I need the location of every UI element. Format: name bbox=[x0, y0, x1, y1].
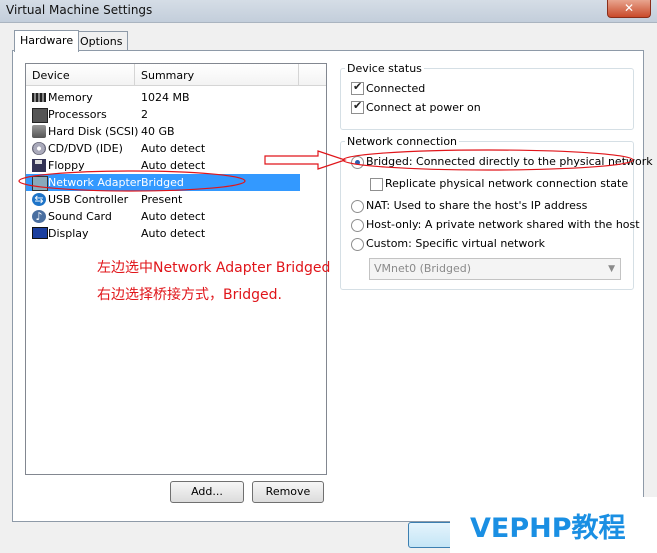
annotation-text-line1: 左边选中Network Adapter Bridged bbox=[97, 260, 331, 276]
watermark-text: VEPHP教程 bbox=[470, 513, 626, 544]
annotation-text-line2: 右边选择桥接方式，Bridged. bbox=[97, 287, 282, 303]
annotation-arrow bbox=[264, 150, 347, 170]
annotation-ellipse-network-adapter bbox=[18, 170, 246, 192]
annotation-ellipse-bridged bbox=[342, 149, 634, 171]
tab-hardware[interactable]: Hardware bbox=[14, 30, 80, 52]
watermark: VEPHP教程 bbox=[450, 497, 657, 553]
